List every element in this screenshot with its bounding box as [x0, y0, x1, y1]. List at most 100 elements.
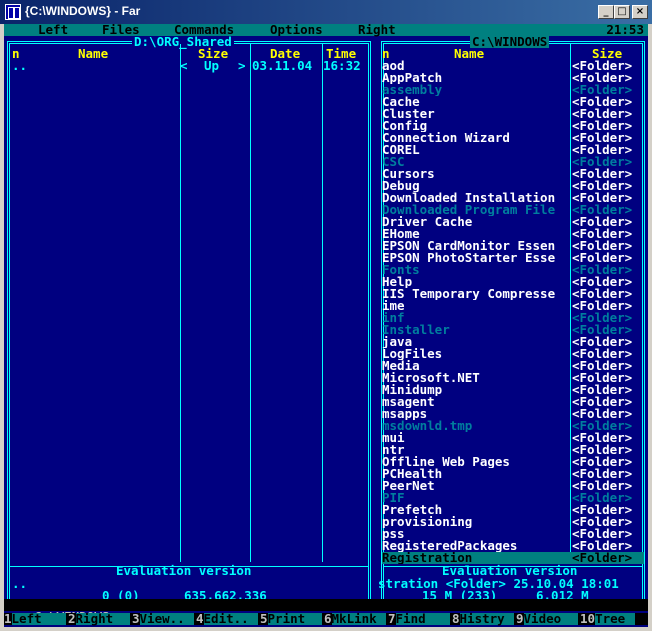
- file-name: assembly: [382, 84, 443, 96]
- fkey-8[interactable]: 8Histry: [452, 611, 516, 626]
- menu-bar: Left Files Commands Options Right 21:53: [4, 24, 648, 36]
- fkey-label: View..: [139, 612, 194, 625]
- menu-left[interactable]: Left: [38, 24, 68, 36]
- fkey-2[interactable]: 2Right: [68, 611, 132, 626]
- far-console: Left Files Commands Options Right 21:53 …: [4, 24, 648, 627]
- column-divider: [180, 44, 181, 562]
- col-header-name[interactable]: Name: [78, 47, 108, 60]
- file-name: LogFiles: [382, 348, 443, 360]
- file-name: ime: [382, 300, 405, 312]
- file-name: msagent: [382, 396, 435, 408]
- fkey-label: Print: [267, 612, 322, 625]
- column-divider: [250, 44, 251, 562]
- file-name: provisioning: [382, 516, 473, 528]
- evaluation-label: Evaluation version: [116, 563, 252, 578]
- fkey-number: 5: [260, 611, 268, 626]
- fkey-5[interactable]: 5Print: [260, 611, 324, 626]
- file-name: Downloaded Installation: [382, 192, 556, 204]
- file-name: Downloaded Program File: [382, 204, 556, 216]
- file-name: Media: [382, 360, 420, 372]
- file-name: ..: [12, 58, 28, 73]
- column-divider: [322, 44, 323, 562]
- up-marker-left: <: [180, 58, 188, 73]
- far-app-icon[interactable]: [5, 4, 21, 20]
- fkey-label: Right: [75, 612, 130, 625]
- fkey-number: 1: [4, 611, 12, 626]
- file-size: Up: [204, 58, 220, 73]
- file-name: Microsoft.NET: [382, 372, 480, 384]
- fkey-number: 2: [68, 611, 76, 626]
- column-divider: [570, 44, 571, 562]
- info-name: ..: [12, 576, 28, 591]
- up-marker-right: >: [238, 58, 246, 73]
- fkey-3[interactable]: 3View..: [132, 611, 196, 626]
- fkey-number: 10: [580, 611, 596, 626]
- file-name: Installer: [382, 324, 450, 336]
- file-name: mui: [382, 432, 405, 444]
- file-name: Minidump: [382, 384, 443, 396]
- close-button[interactable]: ×: [632, 5, 648, 19]
- file-name: PIF: [382, 492, 405, 504]
- file-name: Config: [382, 120, 428, 132]
- file-name: AppPatch: [382, 72, 443, 84]
- fkey-label: Find: [395, 612, 450, 625]
- fkey-number: 3: [132, 611, 140, 626]
- file-name: COREL: [382, 144, 420, 156]
- file-name: RegisteredPackages: [382, 540, 518, 552]
- window-title-bar[interactable]: {C:\WINDOWS} - Far _ □ ×: [0, 0, 652, 24]
- file-name: Fonts: [382, 264, 420, 276]
- file-name: aod: [382, 60, 405, 72]
- file-date: 03.11.04: [252, 58, 313, 73]
- col-header-n[interactable]: n: [382, 47, 390, 60]
- fkey-label: Left: [11, 612, 66, 625]
- file-name: Cache: [382, 96, 420, 108]
- file-name: PCHealth: [382, 468, 443, 480]
- window-title: {C:\WINDOWS} - Far: [25, 4, 141, 18]
- file-name: Driver Cache: [382, 216, 473, 228]
- file-name: msapps: [382, 408, 428, 420]
- file-time: 16:32: [323, 58, 361, 73]
- file-size: <Folder>: [572, 550, 633, 565]
- minimize-button[interactable]: _: [598, 5, 614, 19]
- fkey-label: Histry: [459, 612, 514, 625]
- fkey-1[interactable]: 1Left: [4, 611, 68, 626]
- fkey-6[interactable]: 6MkLink: [324, 611, 388, 626]
- fkey-number: 7: [388, 611, 396, 626]
- file-name: Offline Web Pages: [382, 456, 510, 468]
- file-name: EPSON PhotoStarter Esse: [382, 252, 556, 264]
- right-panel[interactable]: C:\WINDOWS n Name Size aod <Folder> AppPat…: [378, 35, 648, 607]
- file-name: EHome: [382, 228, 420, 240]
- fkey-number: 9: [516, 611, 524, 626]
- menu-options[interactable]: Options: [270, 24, 323, 36]
- file-name: Cursors: [382, 168, 435, 180]
- col-header-name[interactable]: Name: [454, 47, 484, 60]
- fkey-number: 4: [196, 611, 204, 626]
- command-line[interactable]: C:\WINDOWS>_: [4, 599, 648, 623]
- fkey-4[interactable]: 4Edit..: [196, 611, 260, 626]
- file-name: inf: [382, 312, 405, 324]
- file-name: Debug: [382, 180, 420, 192]
- file-name: Connection Wizard: [382, 132, 510, 144]
- file-name: EPSON CardMonitor Essen: [382, 240, 556, 252]
- file-name: IIS Temporary Compresse: [382, 288, 556, 300]
- menu-right[interactable]: Right: [358, 24, 396, 36]
- fkey-number: 8: [452, 611, 460, 626]
- fkey-7[interactable]: 7Find: [388, 611, 452, 626]
- file-name: CSC: [382, 156, 405, 168]
- left-panel-frame: [7, 41, 371, 604]
- left-panel[interactable]: D:\ORG_Shared n Name Size Date Time .. <…: [4, 35, 374, 607]
- file-name: java: [382, 336, 413, 348]
- file-name: ntr: [382, 444, 405, 456]
- file-name: Help: [382, 276, 413, 288]
- function-key-bar: 1Left 2Right 3View.. 4Edit.. 5Print 6MkLink 7F…: [4, 611, 648, 626]
- fkey-9[interactable]: 9Video: [516, 611, 580, 626]
- fkey-10[interactable]: 10Tree: [580, 611, 648, 626]
- fkey-label: Video: [523, 612, 578, 625]
- maximize-button[interactable]: □: [614, 5, 630, 19]
- clock: 21:53: [606, 24, 644, 37]
- file-name: Prefetch: [382, 504, 443, 516]
- file-name: pss: [382, 528, 405, 540]
- file-name: PeerNet: [382, 480, 435, 492]
- fkey-label: Tree: [595, 612, 636, 625]
- fkey-number: 6: [324, 611, 332, 626]
